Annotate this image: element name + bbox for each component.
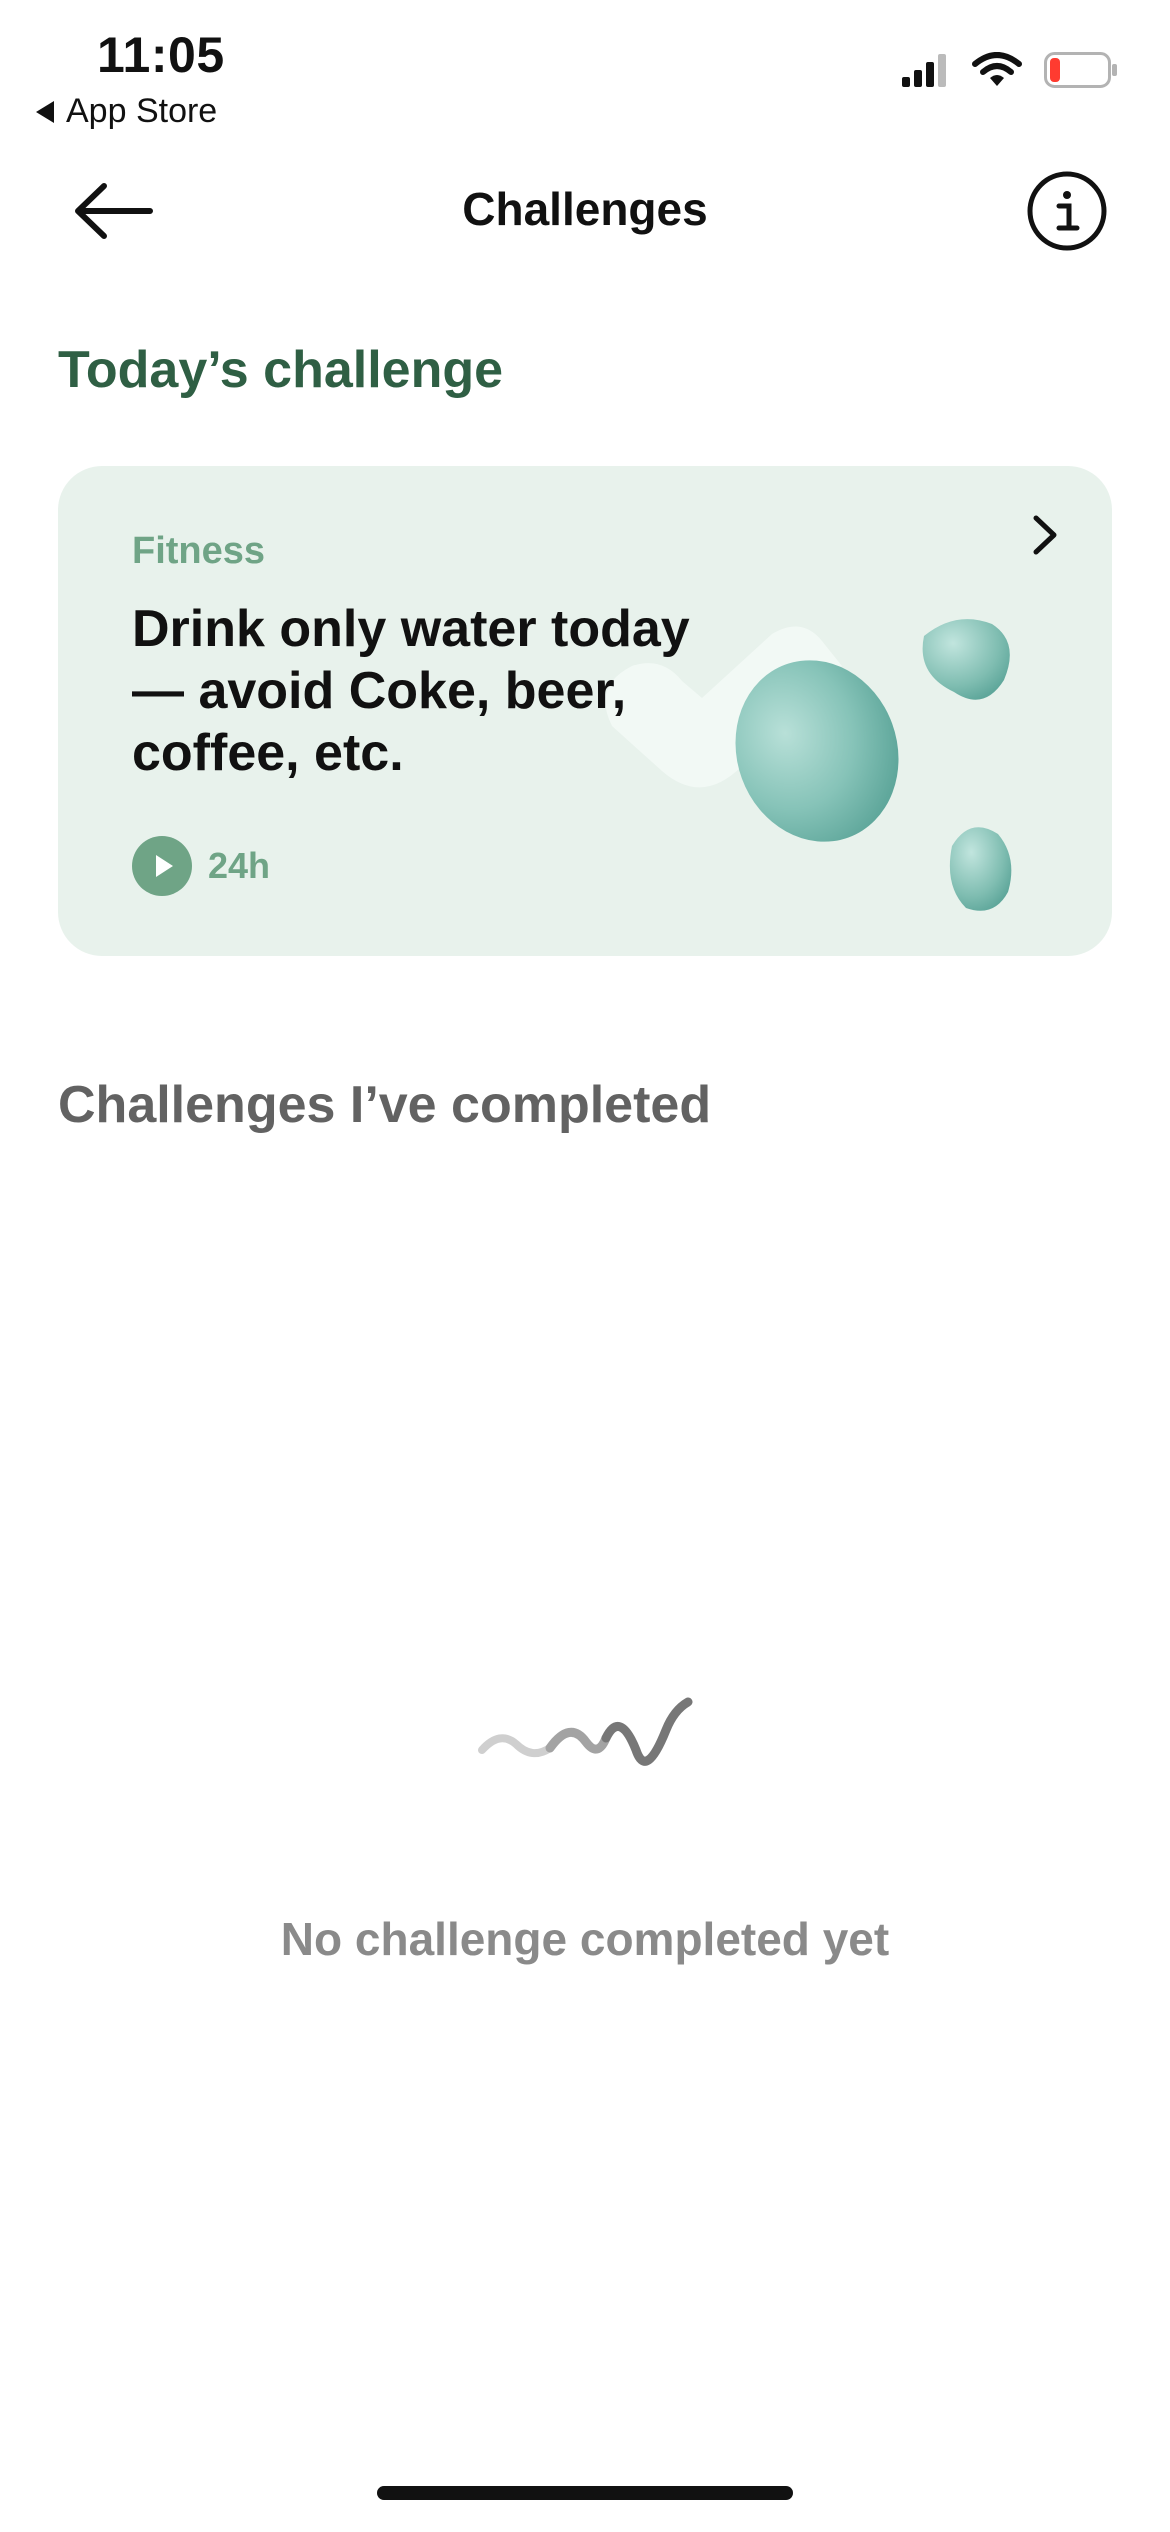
- todays-challenge-heading: Today’s challenge: [58, 341, 504, 399]
- chevron-right-icon: [1033, 515, 1057, 555]
- wifi-icon: [972, 52, 1022, 86]
- status-bar: 11:05 App Store: [0, 0, 1170, 140]
- signal-icon: [902, 54, 946, 87]
- duration-label: 24h: [208, 845, 271, 886]
- back-app-label: App Store: [66, 92, 218, 130]
- challenge-description: Drink only water today — avoid Coke, bee…: [132, 600, 690, 782]
- status-time: 11:05: [97, 27, 225, 83]
- completed-challenges-heading: Challenges I’ve completed: [58, 1076, 712, 1134]
- squiggle-icon: [478, 1697, 693, 1766]
- back-to-app-store-link[interactable]: App Store: [36, 92, 217, 131]
- challenge-duration: 24h: [132, 836, 270, 896]
- back-triangle-icon: [36, 100, 54, 123]
- battery-low-icon: [1044, 52, 1117, 88]
- system-icons: [902, 52, 1118, 88]
- empty-state-message: No challenge completed yet: [280, 1913, 890, 1965]
- home-indicator: [377, 2486, 793, 2500]
- navigation-bar: Challenges: [0, 160, 1170, 260]
- info-icon: [1027, 171, 1107, 251]
- page-title: Challenges: [462, 183, 708, 235]
- play-icon: [132, 836, 192, 896]
- challenge-category: Fitness: [132, 530, 266, 572]
- todays-challenge-card[interactable]: Fitness Drink only water today — avoid C…: [58, 466, 1112, 956]
- info-button[interactable]: [1026, 170, 1108, 252]
